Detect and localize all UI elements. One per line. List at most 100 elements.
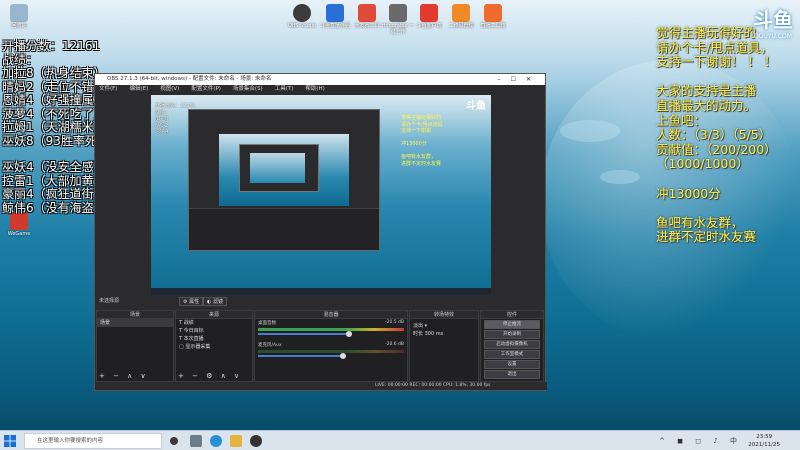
obs-icon xyxy=(293,4,311,22)
overlay-line: 巫妖4（没安全感） xyxy=(2,160,106,174)
studio-mode-button[interactable]: 工作室模式 xyxy=(484,350,540,359)
overlay-line: 冲13000分 xyxy=(656,185,721,201)
obs-taskbar-icon[interactable] xyxy=(250,435,262,447)
desktop-icon-wegame[interactable]: WeGame xyxy=(2,212,36,237)
menu-tools[interactable]: 工具(T) xyxy=(275,85,294,94)
menu-view[interactable]: 视图(V) xyxy=(160,85,179,94)
desktop-icon-tool[interactable]: 水友赛工具 xyxy=(350,4,384,29)
overlay-support-panel: 觉得主播玩得好的 请办个卡/甩点道具， 支持一下谢谢！ ！ ！ 大家的支持是主播… xyxy=(656,25,777,245)
source-item[interactable]: T 今日目标 xyxy=(176,327,252,335)
scenes-header: 场景 xyxy=(97,311,173,319)
transitions-dock: 转场特效 淡出 ▾ 时长 300 ms xyxy=(409,310,479,382)
mixer-dock: 混音器 桌面音频 -20.5 dB 麦克风/Aux -20.6 dB xyxy=(254,310,408,382)
filters-button[interactable]: ◐ 滤镜 xyxy=(203,297,227,306)
overlay-line: 支持一下谢谢！ ！ ！ xyxy=(656,54,777,70)
preview-nested-obs xyxy=(188,109,380,251)
overlay-score-panel: 开播分数：12161 战绩： 加拉8（热身结束） 晴妈2（走位不错） 恩婧4（好… xyxy=(2,39,109,215)
nested-preview xyxy=(219,134,349,206)
overlay-line: （1000/1000） xyxy=(656,156,749,172)
properties-button[interactable]: ⚙ 属性 xyxy=(179,297,204,306)
slider-knob[interactable] xyxy=(345,331,352,337)
sources-controls[interactable]: + − ⚙ ∧ ∨ xyxy=(178,372,242,380)
overlay-line: 进群不定时水友赛 xyxy=(656,229,757,245)
overlay-line: 鲸伟6（没有海盗） xyxy=(2,200,106,215)
menu-help[interactable]: 帮助(H) xyxy=(305,85,324,94)
edge-icon[interactable] xyxy=(210,435,222,447)
source-toolbar: 未选择源 ⚙ 属性 ◐ 滤镜 xyxy=(95,296,547,307)
toolbox-icon xyxy=(484,4,502,22)
overlay-line: 巫妖8（93胜率死） xyxy=(2,133,109,148)
desktop-icon-toolbox[interactable]: 直播工具箱 xyxy=(476,4,510,29)
overlay-line xyxy=(656,172,777,187)
sources-dock: 来源 T 战绩 T 今日目标 T 本次直播 ▢ 显示器采集 + − ⚙ ∧ ∨ xyxy=(175,310,253,382)
overlay-line: 拉姆1（天湖糯米） xyxy=(2,120,106,134)
source-item[interactable]: T 战绩 xyxy=(176,319,252,327)
desktop-icon-obs[interactable]: OBS Studio xyxy=(285,4,319,29)
scene-item[interactable]: 场景 xyxy=(97,319,173,327)
desktop-icon-douyu-client[interactable]: 斗鱼客户端 xyxy=(412,4,446,29)
mixer-header: 混音器 xyxy=(255,311,407,319)
controls-header: 控件 xyxy=(481,311,543,319)
track-db: -20.6 dB xyxy=(384,342,404,347)
track-name: 麦克风/Aux xyxy=(258,343,282,348)
menu-edit[interactable]: 编辑(E) xyxy=(129,85,148,94)
overlay-line: 加拉8（热身结束） xyxy=(2,66,106,80)
windows-start-icon[interactable] xyxy=(2,433,18,449)
preview-overlay-right: 觉得主播玩得好的 请办个卡/甩点道具 支持一下谢谢 冲13000分 鱼吧有水友群… xyxy=(401,115,443,167)
transition-duration[interactable]: 时长 300 ms xyxy=(410,330,478,338)
overlay-line xyxy=(656,201,777,216)
companion-icon xyxy=(326,4,344,22)
source-item[interactable]: T 本次直播 xyxy=(176,335,252,343)
stop-streaming-button[interactable]: 停止推流 xyxy=(484,320,540,329)
settings-button[interactable]: 设置 xyxy=(484,360,540,369)
mixer-track-mic: 麦克风/Aux -20.6 dB xyxy=(255,341,407,363)
desktop-icon-upload[interactable]: Honorable 一键上传 xyxy=(381,4,415,35)
system-tray[interactable]: ^ ◼ ◻ ♪ 中 xyxy=(659,436,742,446)
preview-taskbar xyxy=(151,288,491,295)
source-item[interactable]: ▢ 显示器采集 xyxy=(176,343,252,351)
preview-logo: 斗鱼 xyxy=(466,101,486,112)
overlay-line: 大家的支持是主播 xyxy=(656,83,757,99)
obs-menubar: 文件(F) 编辑(E) 视图(V) 配置文件(P) 场景集合(S) 工具(T) … xyxy=(95,85,545,94)
taskbar-search-input[interactable]: 在这里输入你要搜索的内容 xyxy=(24,433,162,449)
overlay-line: 人数：（3/3）（5/5） xyxy=(656,127,772,143)
nested-docks xyxy=(189,208,379,250)
task-view-icon[interactable] xyxy=(190,435,202,447)
virtual-camera-button[interactable]: 启动虚拟摄像机 xyxy=(484,340,540,349)
sources-header: 来源 xyxy=(176,311,252,319)
wallpaper-fish xyxy=(560,120,620,142)
transition-select[interactable]: 淡出 ▾ xyxy=(410,322,478,330)
obs-preview[interactable]: 开播分数：12161 战绩： 加拉8 晴妈2 恩婧4 觉得主播玩得好的 请办个卡… xyxy=(151,95,491,295)
desktop-icon-recycle-bin[interactable]: 回收站 xyxy=(2,4,36,29)
overlay-line: 恩婧4（好强撞属） xyxy=(2,93,106,107)
window-controls[interactable]: –☐✕ xyxy=(498,74,541,85)
menu-file[interactable]: 文件(F) xyxy=(99,85,117,94)
menu-scene-collection[interactable]: 场景集合(S) xyxy=(233,85,263,94)
wallpaper-fish xyxy=(600,170,640,184)
obs-titlebar[interactable]: OBS 27.1.3 (64-bit, windows) - 配置文件: 未命名… xyxy=(95,74,545,85)
overlay-line: 豪丽4（疯狂道街） xyxy=(2,187,106,201)
recycle-bin-icon xyxy=(10,4,28,22)
desktop-icon-qrcode[interactable]: 二维码管理 xyxy=(444,4,478,29)
track-db: -20.5 dB xyxy=(384,320,404,325)
desktop-icon-douyu-companion[interactable]: 斗鱼直播伴侣 xyxy=(318,4,352,29)
overlay-line: 控雷1（大部加黄） xyxy=(2,173,106,188)
scenes-controls[interactable]: + − ∧ ∨ xyxy=(99,372,149,380)
overlay-line: 菠萝4（不死吃了） xyxy=(2,106,106,121)
cortana-icon[interactable] xyxy=(170,437,178,445)
slider-knob[interactable] xyxy=(339,353,346,359)
file-explorer-icon[interactable] xyxy=(230,435,242,447)
volume-slider[interactable] xyxy=(258,353,346,359)
overlay-line: 开播分数：12161 xyxy=(2,39,101,53)
track-name: 桌面音频 xyxy=(258,321,276,326)
volume-slider[interactable] xyxy=(258,331,352,337)
no-source-selected-label: 未选择源 xyxy=(99,298,120,304)
menu-profile[interactable]: 配置文件(P) xyxy=(191,85,221,94)
douyu-logo: 斗鱼 DOUYU.COM xyxy=(753,8,793,40)
start-recording-button[interactable]: 开始录制 xyxy=(484,330,540,339)
scenes-dock: 场景 场景 + − ∧ ∨ xyxy=(96,310,174,382)
overlay-line: 战绩： xyxy=(2,52,39,67)
taskbar-clock[interactable]: 23:59 2021/11/25 xyxy=(748,433,780,449)
upload-icon xyxy=(389,4,407,22)
exit-button[interactable]: 退出 xyxy=(484,370,540,379)
